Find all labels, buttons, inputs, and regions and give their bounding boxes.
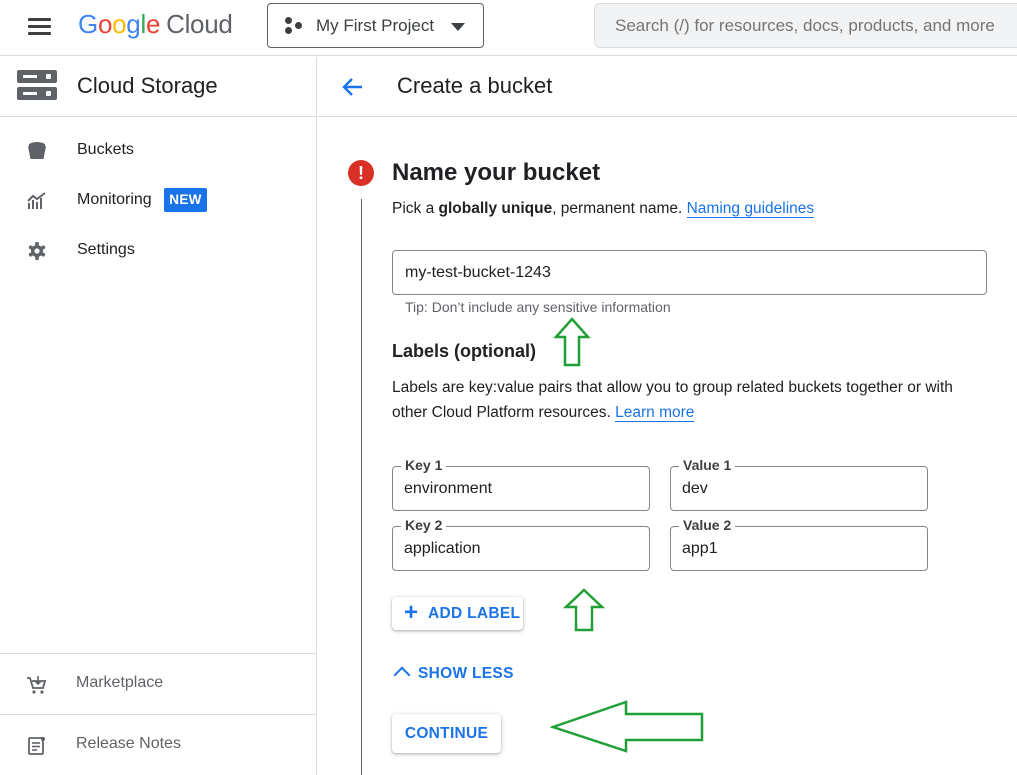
logo-letter: G	[78, 9, 98, 39]
new-badge: NEW	[164, 188, 207, 212]
field-label: Value 2	[679, 517, 736, 533]
project-name: My First Project	[316, 16, 435, 35]
sidebar-title: Cloud Storage	[77, 73, 218, 98]
logo-cloud-text: Cloud	[166, 9, 233, 39]
sidebar-item-label: Monitoring	[77, 191, 152, 208]
gear-icon	[28, 242, 46, 260]
project-icon	[285, 17, 303, 35]
continue-button[interactable]: CONTINUE	[392, 714, 501, 753]
annotation-arrow-left-icon	[550, 700, 704, 753]
desc-bold-text: globally unique	[438, 200, 553, 217]
google-cloud-logo[interactable]: Google Cloud	[78, 9, 233, 40]
menu-icon[interactable]	[18, 14, 62, 40]
desc-text: Pick a	[392, 200, 439, 217]
section-title: Name your bucket	[392, 159, 601, 186]
label-value-field-2[interactable]: Value 2	[670, 517, 928, 571]
sidebar-item-label: Marketplace	[76, 674, 164, 691]
logo-letter: g	[126, 9, 141, 39]
field-label: Value 1	[679, 457, 736, 473]
helper-tip: Tip: Don’t include any sensitive informa…	[405, 299, 671, 315]
section-description: Pick a globally unique, permanent name. …	[392, 200, 815, 218]
logo-letter: o	[112, 9, 127, 39]
sidebar-item-monitoring[interactable]: Monitoring NEW	[0, 181, 316, 221]
search-input[interactable]	[594, 3, 1017, 48]
step-divider	[361, 199, 362, 775]
sidebar-item-label: Release Notes	[76, 735, 181, 752]
sidebar-item-settings[interactable]: Settings	[0, 231, 316, 271]
sidebar-item-label: Settings	[77, 241, 135, 258]
marketplace-cart-icon	[27, 676, 47, 694]
release-notes-icon	[28, 737, 45, 755]
page-header: Create a bucket	[318, 57, 1017, 117]
label-key-field-1[interactable]: Key 1	[392, 457, 650, 511]
sidebar-item-release-notes[interactable]: Release Notes	[0, 714, 316, 775]
back-arrow-icon[interactable]	[340, 74, 366, 100]
label-key-input[interactable]	[404, 540, 634, 558]
sidebar-header: Cloud Storage	[0, 57, 316, 117]
field-label: Key 2	[401, 517, 447, 533]
plus-icon: +	[404, 599, 419, 626]
label-value-input[interactable]	[682, 540, 912, 558]
labels-description: Labels are key:value pairs that allow yo…	[392, 375, 992, 425]
sidebar-item-buckets[interactable]: Buckets	[0, 131, 316, 171]
sidebar-item-label: Buckets	[77, 141, 134, 158]
desc-text: , permanent name.	[552, 200, 683, 217]
add-label-button[interactable]: + ADD LABEL	[392, 597, 523, 630]
project-selector[interactable]: My First Project	[267, 3, 484, 48]
toggle-label: SHOW LESS	[418, 665, 514, 682]
bucket-icon	[28, 142, 46, 159]
label-value-field-1[interactable]: Value 1	[670, 457, 928, 511]
logo-letter: o	[97, 9, 113, 39]
bucket-name-input[interactable]	[392, 250, 987, 295]
cloud-storage-icon	[17, 70, 57, 101]
label-key-field-2[interactable]: Key 2	[392, 517, 650, 571]
sidebar: Cloud Storage Buckets Monitoring NEW Set…	[0, 57, 317, 775]
annotation-arrow-up-icon	[553, 317, 591, 367]
error-icon: !	[348, 160, 374, 186]
monitoring-icon	[27, 192, 46, 209]
annotation-arrow-up-icon	[563, 588, 605, 632]
label-value-input[interactable]	[682, 480, 912, 498]
sidebar-item-marketplace[interactable]: Marketplace	[0, 653, 316, 714]
field-label: Key 1	[401, 457, 447, 473]
page-title: Create a bucket	[397, 73, 553, 98]
logo-letter: e	[145, 9, 161, 39]
top-bar: Google Cloud My First Project	[0, 0, 1017, 56]
learn-more-link[interactable]: Learn more	[615, 404, 695, 422]
chevron-down-icon	[451, 23, 465, 31]
button-label: ADD LABEL	[428, 605, 521, 622]
naming-guidelines-link[interactable]: Naming guidelines	[686, 200, 815, 218]
label-key-input[interactable]	[404, 480, 634, 498]
chevron-up-icon	[393, 666, 411, 684]
labels-heading: Labels (optional)	[392, 341, 536, 361]
